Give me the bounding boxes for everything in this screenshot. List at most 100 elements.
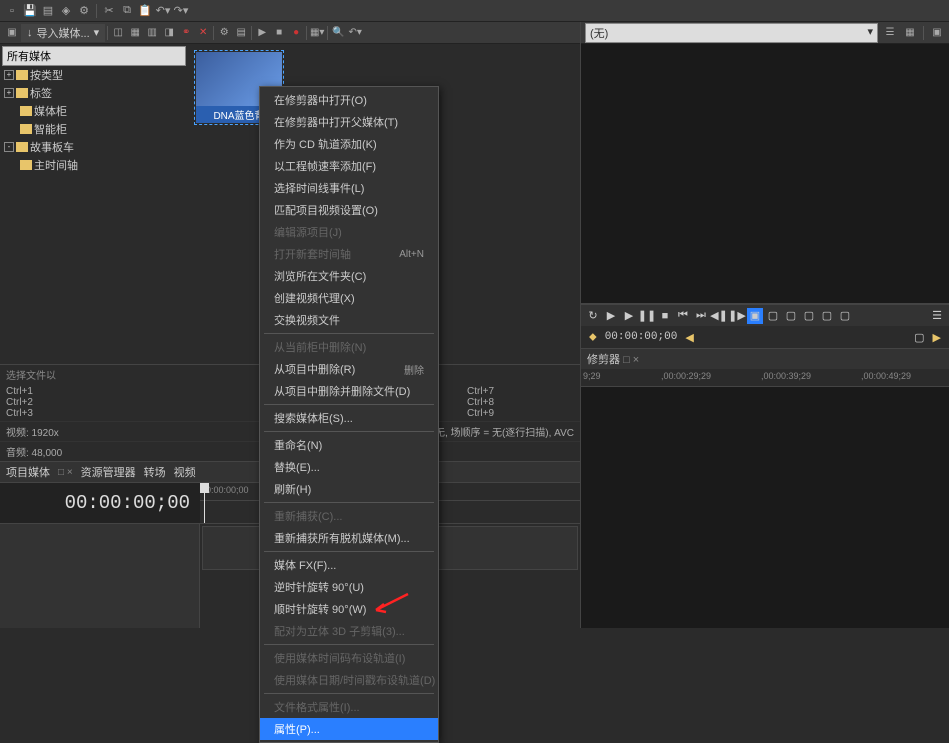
tool-link-icon[interactable]: ⚭ xyxy=(178,25,194,41)
tool-icon-4[interactable]: ◨ xyxy=(161,25,177,41)
paste-icon[interactable]: 📋 xyxy=(137,3,153,19)
context-menu-item[interactable]: 作为 CD 轨道添加(K) xyxy=(260,133,438,155)
separator xyxy=(327,26,328,40)
context-menu-item[interactable]: 从项目中删除并删除文件(D) xyxy=(260,380,438,402)
tool-close-icon[interactable]: ✕ xyxy=(195,25,211,41)
gear-icon[interactable]: ⚙ xyxy=(76,3,92,19)
settings-icon[interactable]: ◈ xyxy=(58,3,74,19)
context-menu-item[interactable]: 顺时针旋转 90°(W) xyxy=(260,598,438,620)
context-menu-item[interactable]: 以工程帧速率添加(F) xyxy=(260,155,438,177)
tree-node-main-timeline[interactable]: 主时间轴 xyxy=(2,156,186,174)
copy-icon[interactable]: ⧉ xyxy=(119,3,135,19)
context-menu-item[interactable]: 选择时间线事件(L) xyxy=(260,177,438,199)
trim-marker-c-icon[interactable]: ▶ xyxy=(933,331,941,344)
marker-icon[interactable]: ⬥ xyxy=(589,331,597,344)
context-menu-item[interactable]: 搜索媒体柜(S)... xyxy=(260,407,438,429)
list-icon[interactable]: ☰ xyxy=(882,25,898,41)
trim-tab[interactable]: 修剪器 □ × xyxy=(581,348,949,369)
tree-node-smart-bin[interactable]: 智能柜 xyxy=(2,120,186,138)
tool-icon-2[interactable]: ▦ xyxy=(127,25,143,41)
context-menu-item[interactable]: 从项目中删除(R)删除 xyxy=(260,358,438,380)
trim-marker-a-icon[interactable]: ◀ xyxy=(685,331,693,344)
play-icon[interactable]: ▶ xyxy=(254,25,270,41)
step-fwd-icon[interactable]: ❚▶ xyxy=(729,308,745,324)
folder-icon[interactable]: ▤ xyxy=(40,3,56,19)
playhead[interactable] xyxy=(204,483,205,523)
playhead-marker-icon[interactable] xyxy=(200,483,209,493)
tab-detach-icon[interactable]: □ × xyxy=(58,467,73,478)
context-menu-item[interactable]: 刷新(H) xyxy=(260,478,438,500)
menu-icon[interactable]: ☰ xyxy=(929,308,945,324)
grid-icon[interactable]: ▦ xyxy=(902,25,918,41)
context-menu-item[interactable]: 匹配项目视频设置(O) xyxy=(260,199,438,221)
tree-node-by-type[interactable]: + 按类型 xyxy=(2,66,186,84)
pause-icon[interactable]: ❚❚ xyxy=(639,308,655,324)
context-menu-item[interactable]: 逆时针旋转 90°(U) xyxy=(260,576,438,598)
context-menu-item[interactable]: 属性(P)... xyxy=(260,718,438,740)
tool-icon[interactable]: ▢ xyxy=(801,308,817,324)
context-menu-item[interactable]: 替换(E)... xyxy=(260,456,438,478)
panel-icon[interactable]: ▣ xyxy=(4,25,20,41)
context-menu-item[interactable]: 交换视频文件 xyxy=(260,309,438,331)
separator xyxy=(306,26,307,40)
expand-toggle-icon[interactable]: + xyxy=(4,88,14,98)
context-menu-item[interactable]: 在修剪器中打开(O) xyxy=(260,89,438,111)
tab-resource-manager[interactable]: 资源管理器 xyxy=(81,464,136,480)
tab-project-media[interactable]: 项目媒体 xyxy=(6,464,50,480)
prev-icon[interactable]: ⏮ xyxy=(675,308,691,324)
new-file-icon[interactable]: ▫ xyxy=(4,3,20,19)
shortcut-label: Ctrl+2 xyxy=(6,397,33,408)
monitor-icon[interactable]: ▣ xyxy=(929,25,945,41)
tree-header[interactable]: 所有媒体 xyxy=(2,46,186,66)
trim-marker-b-icon[interactable]: ▢ xyxy=(914,331,924,344)
context-menu: 在修剪器中打开(O)在修剪器中打开父媒体(T)作为 CD 轨道添加(K)以工程帧… xyxy=(259,86,439,743)
trim-timeline-area[interactable]: 9;29 ,00:00:29;29 ,00:00:39;29 ,00:00:49… xyxy=(581,369,949,628)
expand-toggle-icon[interactable]: + xyxy=(4,70,14,80)
preview-select[interactable]: (无) ▾ xyxy=(585,23,878,43)
tool-icon-1[interactable]: ◫ xyxy=(110,25,126,41)
video-info: 视频: 1920x xyxy=(6,424,59,439)
save-icon[interactable]: 💾 xyxy=(22,3,38,19)
step-back-icon[interactable]: ◀❚ xyxy=(711,308,727,324)
main-toolbar: ▫ 💾 ▤ ◈ ⚙ ✂ ⧉ 📋 ↶▾ ↷▾ xyxy=(0,0,949,22)
undo-icon[interactable]: ↶▾ xyxy=(155,3,171,19)
context-menu-item[interactable]: 媒体 FX(F)... xyxy=(260,554,438,576)
tool-icon[interactable]: ▢ xyxy=(819,308,835,324)
undo-small-icon[interactable]: ↶▾ xyxy=(347,25,363,41)
timecode-display[interactable]: 00:00:00;00 xyxy=(0,483,200,523)
tree-node-media-bin[interactable]: 媒体柜 xyxy=(2,102,186,120)
tab-detach-icon[interactable]: □ × xyxy=(623,354,639,366)
mark-in-icon[interactable]: ▣ xyxy=(747,308,763,324)
stop-icon[interactable]: ■ xyxy=(271,25,287,41)
tool-icon[interactable]: ▢ xyxy=(837,308,853,324)
play-reverse-icon[interactable]: ▶ xyxy=(603,308,619,324)
context-menu-item[interactable]: 在修剪器中打开父媒体(T) xyxy=(260,111,438,133)
cut-icon[interactable]: ✂ xyxy=(101,3,117,19)
redo-icon[interactable]: ↷▾ xyxy=(173,3,189,19)
view-icon[interactable]: ▦▾ xyxy=(309,25,325,41)
tree-node-tags[interactable]: + 标签 xyxy=(2,84,186,102)
context-menu-item[interactable]: 重命名(N) xyxy=(260,434,438,456)
tool-icon[interactable]: ▢ xyxy=(783,308,799,324)
tab-video[interactable]: 视频 xyxy=(174,464,196,480)
mark-out-icon[interactable]: ▢ xyxy=(765,308,781,324)
stop-icon[interactable]: ■ xyxy=(657,308,673,324)
preview-viewport[interactable] xyxy=(581,44,949,304)
loop-icon[interactable]: ↻ xyxy=(585,308,601,324)
play-icon[interactable]: ▶ xyxy=(621,308,637,324)
collapse-toggle-icon[interactable]: - xyxy=(4,142,14,152)
context-menu-item[interactable]: 浏览所在文件夹(C) xyxy=(260,265,438,287)
tab-transitions[interactable]: 转场 xyxy=(144,464,166,480)
tree-node-storyboard[interactable]: - 故事板车 xyxy=(2,138,186,156)
database-icon[interactable]: ▤ xyxy=(233,25,249,41)
search-icon[interactable]: 🔍 xyxy=(330,25,346,41)
context-menu-item[interactable]: 创建视频代理(X) xyxy=(260,287,438,309)
gear-icon[interactable]: ⚙ xyxy=(216,25,232,41)
import-media-button[interactable]: ↓ 导入媒体... ▾ xyxy=(21,24,105,42)
context-menu-item[interactable]: 重新捕获所有脱机媒体(M)... xyxy=(260,527,438,549)
tool-icon-3[interactable]: ▥ xyxy=(144,25,160,41)
next-icon[interactable]: ⏭ xyxy=(693,308,709,324)
trim-timecode[interactable]: 00:00:00;00 xyxy=(605,331,678,343)
trim-ruler[interactable]: 9;29 ,00:00:29;29 ,00:00:39;29 ,00:00:49… xyxy=(581,369,949,387)
record-icon[interactable]: ● xyxy=(288,25,304,41)
